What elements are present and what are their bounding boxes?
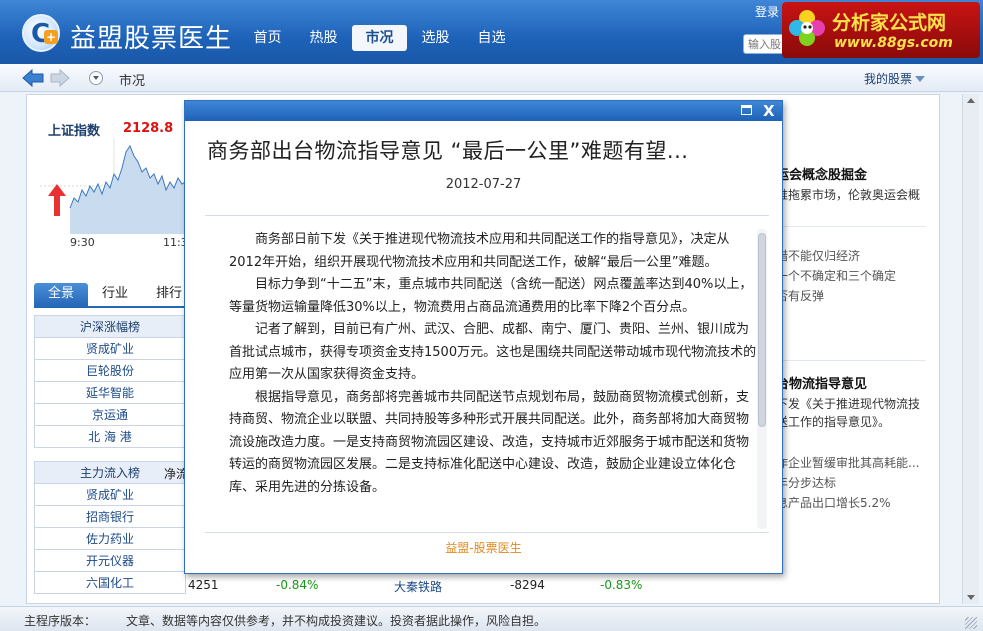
subtab-overview[interactable]: 全景 [34,283,88,307]
app-header: C + 益盟股票医生 首页 热股 市况 选股 自选 登录 分析家公式网 www.… [0,0,983,64]
market-subtabs: 全景 行业 排行 [34,283,196,307]
news-item[interactable]: 一个不确定和三个确定 [776,267,896,284]
dialog-titlebar[interactable]: X [185,101,782,121]
watermark-banner: 分析家公式网 www.88gs.com [782,2,980,58]
news-headline[interactable]: 台物流指导意见 [776,373,867,392]
article-date: 2012-07-27 [445,177,522,192]
news-headline[interactable]: 运会概念股掘金 [776,164,867,183]
toolbar: 市况 我的股票 [0,64,983,92]
table-row[interactable]: 贤成矿业 [34,483,186,506]
divider [205,532,769,533]
scroll-up-icon[interactable] [967,98,975,103]
pct-change: -0.84% [276,578,319,592]
page-scrollbar[interactable] [962,94,979,604]
article-paragraph: 目标力争到“十二五”末，重点城市共同配送（含统一配送）网点覆盖率达到40%以上，… [229,277,753,315]
stock-name[interactable]: 大秦铁路 [394,578,442,595]
pct-change: -0.83% [600,578,643,592]
inflow-header: 主力流入榜 [34,461,186,484]
up-arrow-icon [48,184,66,216]
nav-stock-picker[interactable]: 选股 [408,25,463,51]
article-paragraph: 根据指导意见，商务部将完善城市共同配送节点规划布局，鼓励商贸物流模式创新，支持商… [229,389,750,495]
news-item[interactable]: 息产品出口增长5.2% [776,494,891,511]
nav-hot-stocks[interactable]: 热股 [296,25,351,51]
news-summary: 送工作的指导意见》。 [776,415,891,429]
nav-market[interactable]: 市况 [352,25,407,51]
breadcrumb: 市况 [119,74,146,89]
net-inflow-amount: -8294 [510,578,545,592]
article-scroll-thumb[interactable] [758,233,766,427]
divider [205,215,769,216]
news-summary: 下发《关于推进现代物流技 [776,397,921,411]
status-bar: 主程序版本： 文章、数据等内容仅供参考，并不构成投资建议。投资者据此操作，风险自… [0,606,983,631]
divider [776,360,926,361]
nav-watchlist[interactable]: 自选 [464,25,519,51]
chevron-down-icon[interactable] [915,76,925,82]
article-paragraph: 商务部日前下发《关于推进现代物流技术应用和共同配送工作的指导意见》，决定从201… [229,232,730,270]
table-row[interactable]: 巨轮股份 [34,359,186,382]
divider [776,226,926,227]
net-inflow-amount: 4251 [188,578,219,592]
news-item[interactable]: 作企业暂缓审批其高耗能... [776,454,919,471]
watermark-url: www.88gs.com [834,35,953,51]
login-link[interactable]: 登录 [755,3,779,20]
article-title: 商务部出台物流指导意见 “最后一公里”难题有望... [207,139,689,163]
gainers-header: 沪深涨幅榜 [34,315,186,338]
watermark-title: 分析家公式网 [832,12,947,34]
disclaimer-text: 文章、数据等内容仅供参考，并不构成投资建议。投资者据此操作，风险自担。 [126,614,547,628]
index-value: 2128.8 [123,121,174,136]
my-stocks-link[interactable]: 我的股票 [864,70,912,87]
gainers-table: 沪深涨幅榜 贤成矿业 巨轮股份 延华智能 京运通 北 海 港 [34,315,186,448]
article-paragraph: 记者了解到，目前已有广州、武汉、合肥、成都、南宁、厦门、贵阳、兰州、银川成为首批… [229,322,757,382]
index-name[interactable]: 上证指数 [48,120,100,139]
article-dialog: X 商务部出台物流指导意见 “最后一公里”难题有望... 2012-07-27 … [184,100,783,574]
table-row[interactable]: 招商银行 [34,505,186,528]
resize-grip-icon[interactable] [965,617,977,629]
nav-home[interactable]: 首页 [240,25,295,51]
dropdown-circle-icon[interactable] [89,71,103,85]
table-row[interactable]: 开元仪器 [34,549,186,572]
table-row[interactable]: 贤成矿业 [34,337,186,360]
table-row[interactable]: 北 海 港 [34,425,186,448]
table-row[interactable]: 4251 -0.84% 大秦铁路 -8294 -0.83% [34,573,674,597]
news-summary: 推拖累市场，伦敦奥运会概 [776,188,921,202]
forward-arrow-icon[interactable] [50,69,70,87]
close-icon[interactable]: X [763,101,775,121]
version-label: 主程序版本： [24,614,97,628]
article-body: 商务部日前下发《关于推进现代物流技术应用和共同配送工作的指导意见》，决定从201… [229,229,761,525]
news-item[interactable]: 年分步达标 [776,474,836,491]
back-arrow-icon[interactable] [22,69,44,87]
scroll-down-icon[interactable] [967,595,975,600]
maximize-icon[interactable] [741,105,752,115]
article-source[interactable]: 益盟-股票医生 [185,539,782,556]
app-title: 益盟股票医生 [70,24,233,54]
subtab-underline [34,306,184,308]
table-row[interactable]: 京运通 [34,403,186,426]
table-row[interactable]: 佐力药业 [34,527,186,550]
main-nav: 首页 热股 市况 选股 自选 [240,25,520,51]
subtab-industry[interactable]: 行业 [88,283,142,307]
news-item[interactable]: 否有反弹 [776,287,824,304]
flower-logo-icon [789,10,825,46]
chart-time-start: 9:30 [70,236,95,249]
news-item[interactable]: 措不能仅归经济 [776,247,860,264]
table-row[interactable]: 延华智能 [34,381,186,404]
plus-icon: + [44,30,58,44]
